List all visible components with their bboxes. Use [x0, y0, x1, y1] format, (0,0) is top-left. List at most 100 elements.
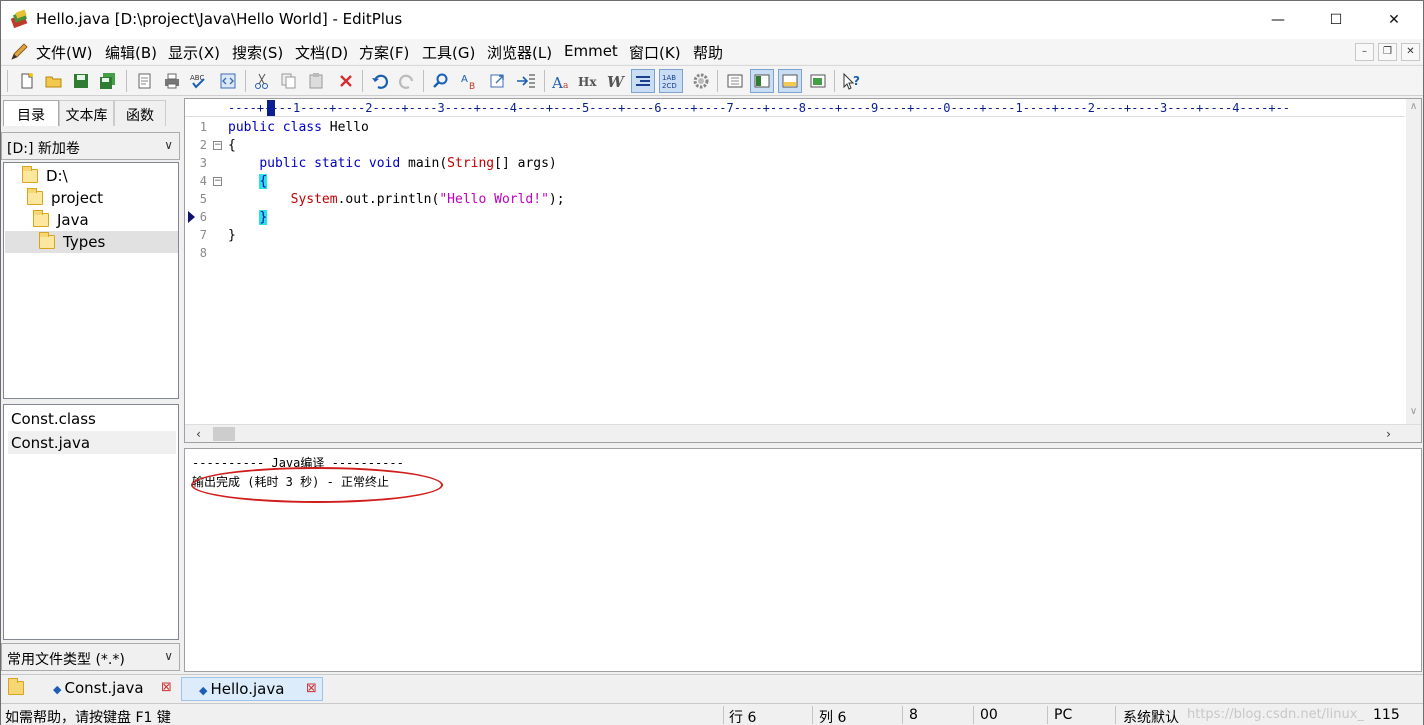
save-all-icon[interactable]: [96, 69, 120, 93]
find-icon[interactable]: [429, 69, 453, 93]
status-separator: [723, 706, 724, 724]
drive-select-value: [D:] 新加卷: [7, 141, 80, 157]
hex-icon[interactable]: Hx: [576, 69, 600, 93]
column-icon[interactable]: 1AB 2CD: [659, 69, 683, 93]
tree-item-label: project: [51, 189, 104, 207]
file-item-const-java[interactable]: Const.java: [8, 431, 176, 454]
horizontal-scrollbar[interactable]: ‹ ›: [185, 424, 1421, 442]
new-file-icon[interactable]: [15, 69, 39, 93]
tab-hello-java[interactable]: ◆ Hello.java ⊠: [181, 677, 323, 701]
code-line-4: {: [228, 173, 268, 191]
folder-open-icon: [33, 210, 49, 227]
menu-emmet[interactable]: Emmet: [564, 42, 618, 60]
code-line-5: System.out.println("Hello World!");: [228, 191, 565, 209]
vertical-scrollbar[interactable]: ∧ ∨: [1406, 99, 1421, 424]
directory-window-icon[interactable]: [723, 69, 747, 93]
status-code: 00: [980, 707, 998, 723]
maximize-button[interactable]: ☐: [1307, 1, 1365, 39]
code-token: {: [228, 138, 236, 153]
code-token: );: [548, 192, 565, 207]
scroll-up-icon[interactable]: ∧: [1406, 99, 1421, 115]
close-tab-icon[interactable]: ⊠: [306, 681, 317, 696]
fold-collapse-icon[interactable]: −: [213, 177, 222, 186]
replace-icon[interactable]: AB: [458, 69, 482, 93]
open-folder-icon[interactable]: [42, 69, 66, 93]
svg-text:2CD: 2CD: [662, 82, 677, 90]
scroll-right-icon[interactable]: ›: [1381, 426, 1396, 442]
menu-browser[interactable]: 浏览器(L): [487, 42, 552, 63]
code-editor[interactable]: ----+----1----+----2----+----3----+----4…: [184, 98, 1422, 443]
toolbar-separator: [544, 70, 545, 92]
toolbar: ABC AB Aa Hx W 1AB 2CD ?: [1, 65, 1423, 96]
output-window[interactable]: ---------- Java编译 ---------- 输出完成 (耗时 3 …: [184, 448, 1422, 672]
status-separator: [973, 706, 974, 724]
line-number: 1: [199, 120, 207, 134]
paste-icon[interactable]: [304, 69, 328, 93]
minimize-button[interactable]: —: [1249, 1, 1307, 39]
print-preview-icon[interactable]: [133, 69, 157, 93]
menu-help[interactable]: 帮助: [693, 42, 723, 63]
tree-item-project[interactable]: project: [27, 187, 103, 209]
tab-cliptext[interactable]: 文本库: [59, 100, 114, 126]
copy-icon[interactable]: [277, 69, 301, 93]
document-tabs-bar: ◆ Const.java ⊠ ◆ Hello.java ⊠: [1, 674, 1423, 702]
mdi-minimize-button[interactable]: –: [1355, 43, 1374, 61]
mdi-restore-button[interactable]: ❐: [1378, 43, 1397, 61]
file-item-const-class[interactable]: Const.class: [8, 407, 176, 430]
type-token: String: [447, 156, 495, 171]
menu-view[interactable]: 显示(X): [168, 42, 220, 63]
undo-icon[interactable]: [368, 69, 392, 93]
menu-document[interactable]: 文档(D): [295, 42, 348, 63]
cliptext-icon[interactable]: [778, 69, 802, 93]
keyword: public static void: [259, 156, 401, 171]
close-tab-icon[interactable]: ⊠: [161, 680, 172, 695]
tree-item-java[interactable]: Java: [33, 209, 89, 231]
fullscreen-icon[interactable]: [806, 69, 830, 93]
cut-icon[interactable]: [250, 69, 274, 93]
file-type-filter-select[interactable]: 常用文件类型 (*.*) ∨: [1, 643, 180, 671]
indent-icon[interactable]: [514, 69, 538, 93]
drive-select[interactable]: [D:] 新加卷 ∨: [1, 132, 180, 160]
menu-tools[interactable]: 工具(G): [422, 42, 475, 63]
code-line-7: }: [228, 227, 236, 245]
tab-const-java[interactable]: ◆ Const.java ⊠: [37, 677, 179, 701]
line-number-icon[interactable]: [631, 69, 655, 93]
keyword: public class: [228, 120, 322, 135]
directory-tree: D:\ project Java Types: [3, 162, 179, 399]
status-bar: 如需帮助，请按键盘 F1 键 行 6 列 6 8 00 PC 系统默认 http…: [1, 703, 1423, 725]
output-window-icon[interactable]: [750, 69, 774, 93]
close-button[interactable]: ✕: [1365, 1, 1423, 39]
tab-directory[interactable]: 目录: [3, 100, 59, 126]
status-encoding[interactable]: 系统默认: [1123, 707, 1179, 725]
word-wrap-icon[interactable]: W: [604, 69, 628, 93]
menu-search[interactable]: 搜索(S): [232, 42, 283, 63]
folder-icon[interactable]: [8, 678, 24, 695]
menu-window[interactable]: 窗口(K): [629, 42, 681, 63]
scrollbar-thumb[interactable]: [213, 427, 235, 441]
browser-preview-icon[interactable]: [216, 69, 240, 93]
settings-gear-icon[interactable]: [689, 69, 713, 93]
menu-file[interactable]: 文件(W): [36, 42, 93, 63]
tab-functions[interactable]: 函数: [114, 100, 166, 126]
help-icon[interactable]: ?: [840, 69, 864, 93]
font-icon[interactable]: Aa: [549, 69, 573, 93]
scroll-left-icon[interactable]: ‹: [191, 426, 206, 442]
tree-item-drive[interactable]: D:\: [22, 165, 68, 187]
tree-item-label: Java: [57, 211, 89, 229]
redo-icon[interactable]: [395, 69, 419, 93]
print-icon[interactable]: [160, 69, 184, 93]
menu-edit[interactable]: 编辑(B): [105, 42, 157, 63]
spell-check-icon[interactable]: ABC: [187, 69, 211, 93]
mdi-close-button[interactable]: ✕: [1401, 43, 1420, 61]
code-token: Hello: [321, 120, 369, 135]
code-text[interactable]: public class Hello { public static void …: [228, 118, 1398, 424]
scroll-down-icon[interactable]: ∨: [1406, 404, 1421, 420]
tree-item-types[interactable]: Types: [5, 231, 178, 253]
menu-bar: 文件(W) 编辑(B) 显示(X) 搜索(S) 文档(D) 方案(F) 工具(G…: [1, 39, 1423, 64]
save-icon[interactable]: [69, 69, 93, 93]
delete-icon[interactable]: [334, 69, 358, 93]
fold-collapse-icon[interactable]: −: [213, 141, 222, 150]
menu-project[interactable]: 方案(F): [359, 42, 409, 63]
goto-icon[interactable]: [486, 69, 510, 93]
code-token: .out.println(: [337, 192, 440, 207]
